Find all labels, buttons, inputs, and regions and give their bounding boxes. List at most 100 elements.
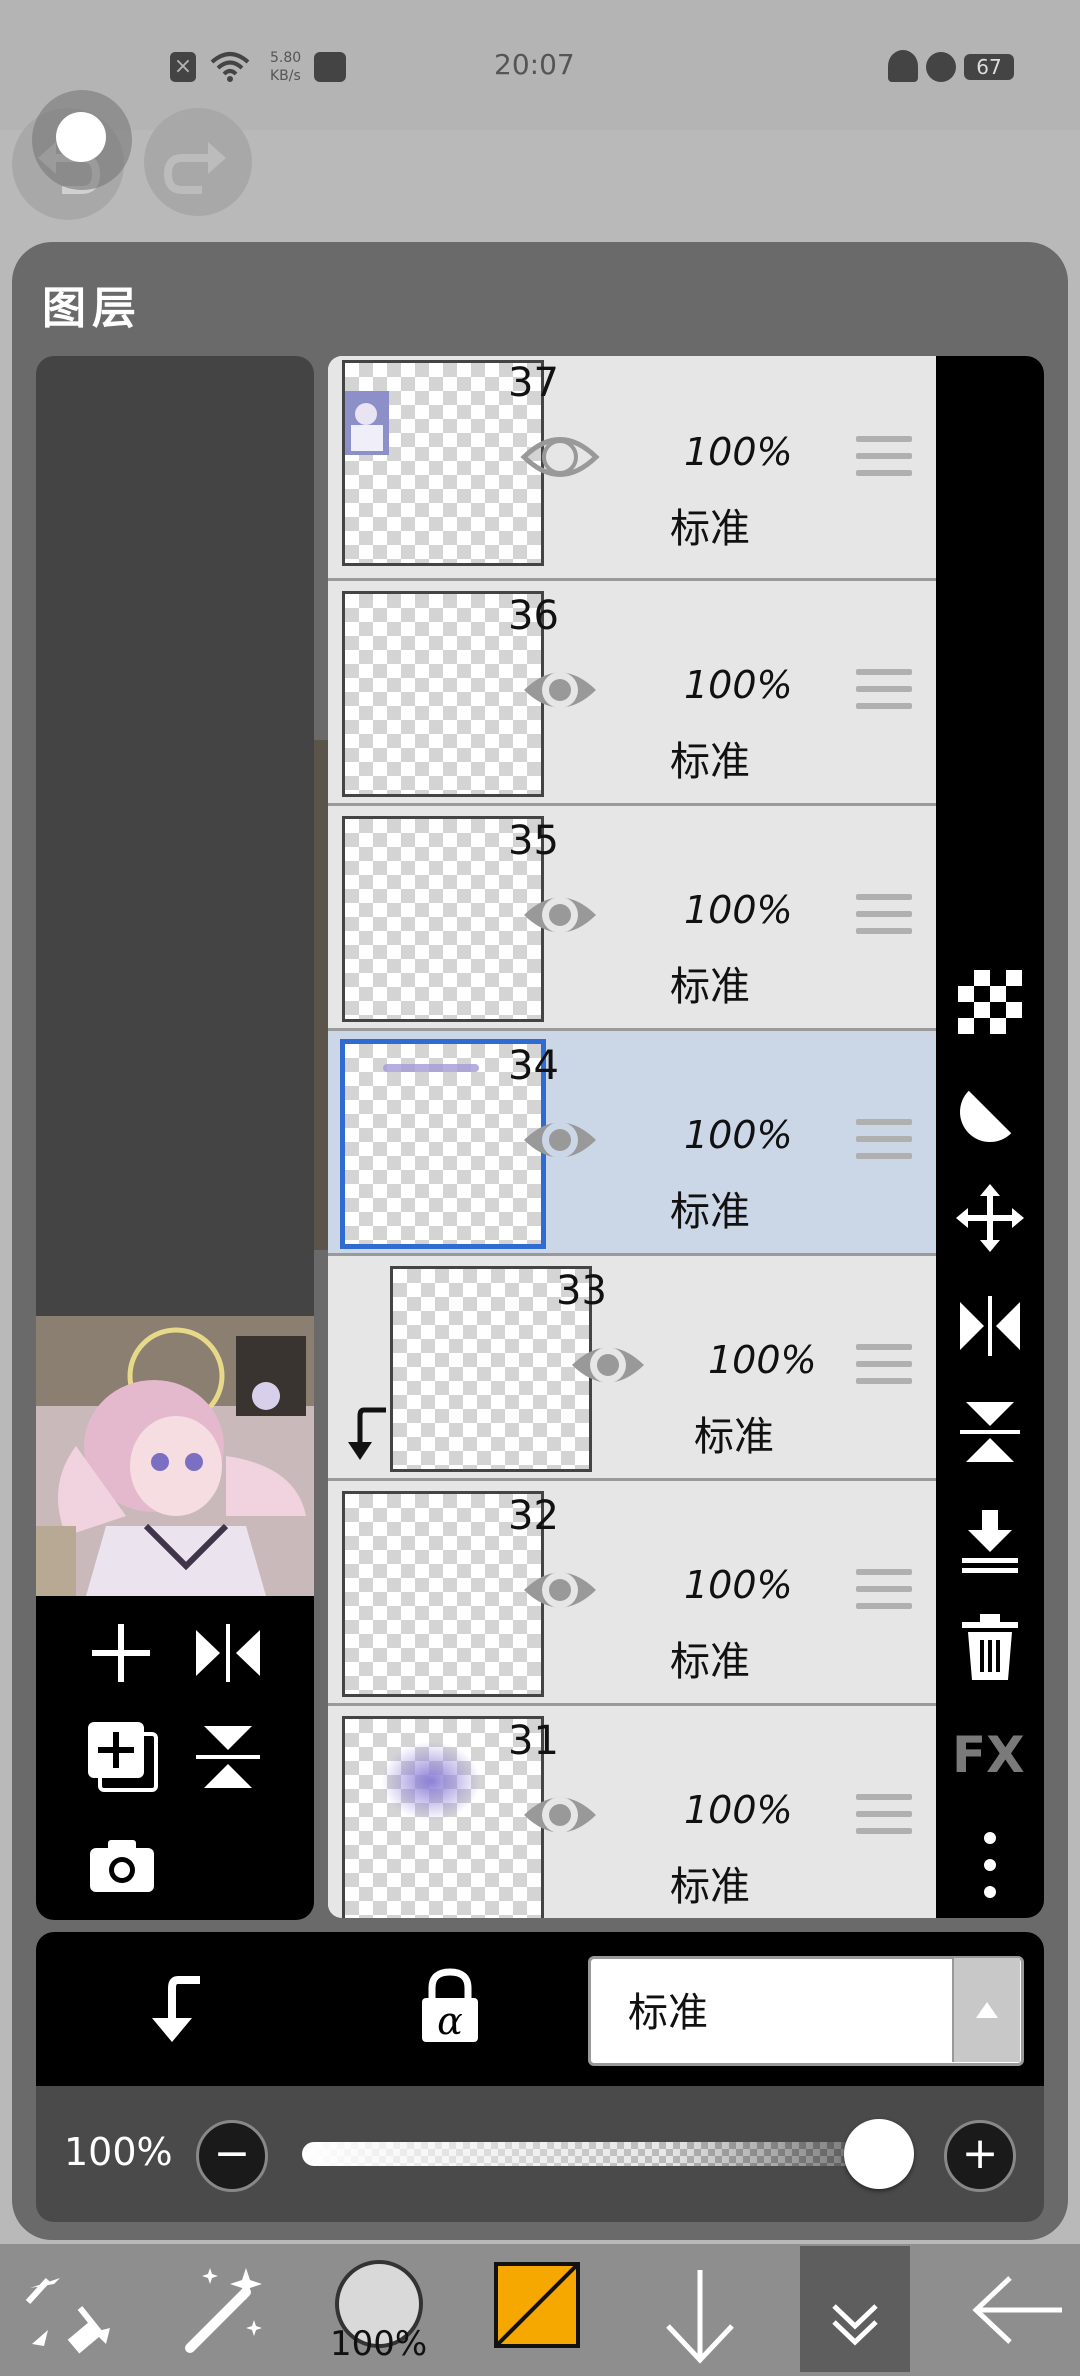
layer-blend-mode: 标准	[670, 506, 750, 552]
layer-blend-mode: 标准	[670, 1864, 750, 1910]
layer-blend-mode: 标准	[694, 1414, 774, 1460]
canvas-peek	[314, 740, 328, 1250]
drag-handle-icon[interactable]	[856, 669, 912, 720]
clipping-arrow-icon	[346, 1406, 390, 1470]
layer-opacity: 100%	[684, 1563, 793, 1607]
layer-list: 37 100% 标准 36 100% 标准 35 100% 标准 34 100%…	[328, 356, 936, 1918]
layer-row-37[interactable]: 37 100% 标准	[328, 356, 936, 581]
clock-time: 20:07	[494, 48, 575, 81]
layer-blend-mode: 标准	[670, 964, 750, 1010]
triangle-up-icon	[976, 2002, 998, 2018]
touch-indicator	[32, 90, 132, 190]
merge-down-icon	[962, 1510, 1018, 1573]
color-swatch-button[interactable]	[494, 2262, 580, 2348]
flip-layer-horizontal-button[interactable]	[956, 1292, 1024, 1360]
opacity-decrease-button[interactable]: −	[196, 2120, 268, 2192]
layer-down-button[interactable]	[650, 2248, 750, 2372]
layer-opacity: 100%	[684, 430, 793, 474]
notification-icon: ×	[170, 52, 196, 82]
wifi-icon	[210, 50, 250, 86]
flip-horizontal-icon	[196, 1624, 260, 1682]
layer-row-32[interactable]: 32 100% 标准	[328, 1481, 936, 1706]
visibility-on-icon[interactable]	[568, 1336, 648, 1398]
visibility-on-icon[interactable]	[520, 1561, 600, 1623]
arrow-down-icon	[666, 2270, 734, 2364]
magic-wand-icon	[185, 2268, 262, 2353]
flip-vertical-button[interactable]	[192, 1722, 264, 1792]
copy-add-icon	[88, 1722, 158, 1792]
drag-handle-icon[interactable]	[856, 1344, 912, 1395]
visibility-on-icon[interactable]	[520, 661, 600, 723]
drag-handle-icon[interactable]	[856, 1119, 912, 1170]
blend-mode-dropdown-button[interactable]	[952, 1958, 1020, 2062]
layer-row-31[interactable]: 31 100% 标准	[328, 1706, 936, 1918]
canvas-preview-area	[36, 356, 314, 1316]
layer-number: 36	[508, 593, 559, 639]
flip-horizontal-icon	[960, 1296, 1020, 1356]
arrow-left-icon	[972, 2276, 1062, 2344]
panel-title: 图层	[42, 283, 142, 334]
layer-opacity: 100%	[708, 1338, 817, 1382]
layer-blend-mode: 标准	[670, 1639, 750, 1685]
layer-blend-mode: 标准	[670, 739, 750, 785]
lock-icon: α	[422, 1968, 478, 2043]
back-button[interactable]	[962, 2248, 1072, 2372]
drag-handle-icon[interactable]	[856, 436, 912, 487]
net-speed-unit: KB/s	[270, 68, 301, 84]
merge-down-button[interactable]	[956, 1508, 1024, 1576]
fx-button[interactable]: FX	[952, 1726, 1025, 1784]
camera-import-button[interactable]	[86, 1836, 158, 1896]
more-options-icon[interactable]	[982, 1830, 998, 1900]
net-speed-value: 5.80	[270, 50, 302, 66]
layer-blend-mode: 标准	[670, 1189, 750, 1235]
tool-switch-button[interactable]	[20, 2248, 120, 2372]
clipping-icon	[152, 1976, 200, 2042]
brush-size-button[interactable]: 100%	[324, 2248, 434, 2372]
layers-panel-button[interactable]	[800, 2246, 910, 2372]
layer-number: 32	[508, 1493, 559, 1539]
svg-text:α: α	[437, 1999, 463, 2043]
battery-indicator: 67	[964, 54, 1014, 80]
layer-row-35[interactable]: 35 100% 标准	[328, 806, 936, 1031]
clipping-button[interactable]	[142, 1974, 206, 2044]
blend-mode-value: 标准	[628, 1990, 708, 2036]
layer-opacity: 100%	[684, 1788, 793, 1832]
flip-layer-vertical-button[interactable]	[956, 1398, 1024, 1466]
layer-number: 35	[508, 818, 559, 864]
drag-handle-icon[interactable]	[856, 1569, 912, 1620]
visibility-on-icon[interactable]	[520, 1111, 600, 1173]
magic-wand-button[interactable]	[170, 2248, 270, 2372]
trash-icon	[962, 1614, 1018, 1680]
delete-layer-button[interactable]	[958, 1614, 1022, 1682]
layer-opacity: 100%	[684, 888, 793, 932]
redo-button[interactable]	[144, 108, 252, 216]
invert-alpha-button[interactable]	[956, 1078, 1024, 1146]
tool-switch-icon	[25, 2277, 110, 2354]
transparency-button[interactable]	[958, 970, 1022, 1034]
redo-icon	[163, 142, 226, 194]
visibility-off-icon[interactable]	[520, 428, 600, 490]
duplicate-layer-button[interactable]	[86, 1720, 158, 1792]
drag-handle-icon[interactable]	[856, 894, 912, 945]
opacity-increase-button[interactable]: +	[944, 2120, 1016, 2192]
opacity-slider[interactable]	[302, 2142, 914, 2166]
drag-handle-icon[interactable]	[856, 1794, 912, 1845]
alpha-lock-button[interactable]: α	[418, 1968, 482, 2044]
move-layer-button[interactable]	[956, 1184, 1024, 1252]
opacity-slider-knob[interactable]	[844, 2119, 914, 2189]
layer-row-34[interactable]: 34 100% 标准	[328, 1031, 936, 1256]
layer-number: 33	[556, 1268, 607, 1314]
canvas-thumbnail[interactable]	[36, 1316, 314, 1596]
visibility-on-icon[interactable]	[520, 886, 600, 948]
add-layer-button[interactable]	[86, 1618, 156, 1688]
plus-icon	[92, 1624, 150, 1682]
camera-icon	[90, 1840, 154, 1892]
flip-horizontal-button[interactable]	[192, 1618, 264, 1688]
mute-icon	[888, 50, 918, 82]
checkerboard-icon	[958, 970, 1022, 1034]
layer-row-36[interactable]: 36 100% 标准	[328, 581, 936, 806]
flip-vertical-icon	[960, 1402, 1020, 1462]
layer-row-33[interactable]: 33 100% 标准	[328, 1256, 936, 1481]
visibility-on-icon[interactable]	[520, 1786, 600, 1848]
half-circle-icon	[960, 1080, 1022, 1142]
